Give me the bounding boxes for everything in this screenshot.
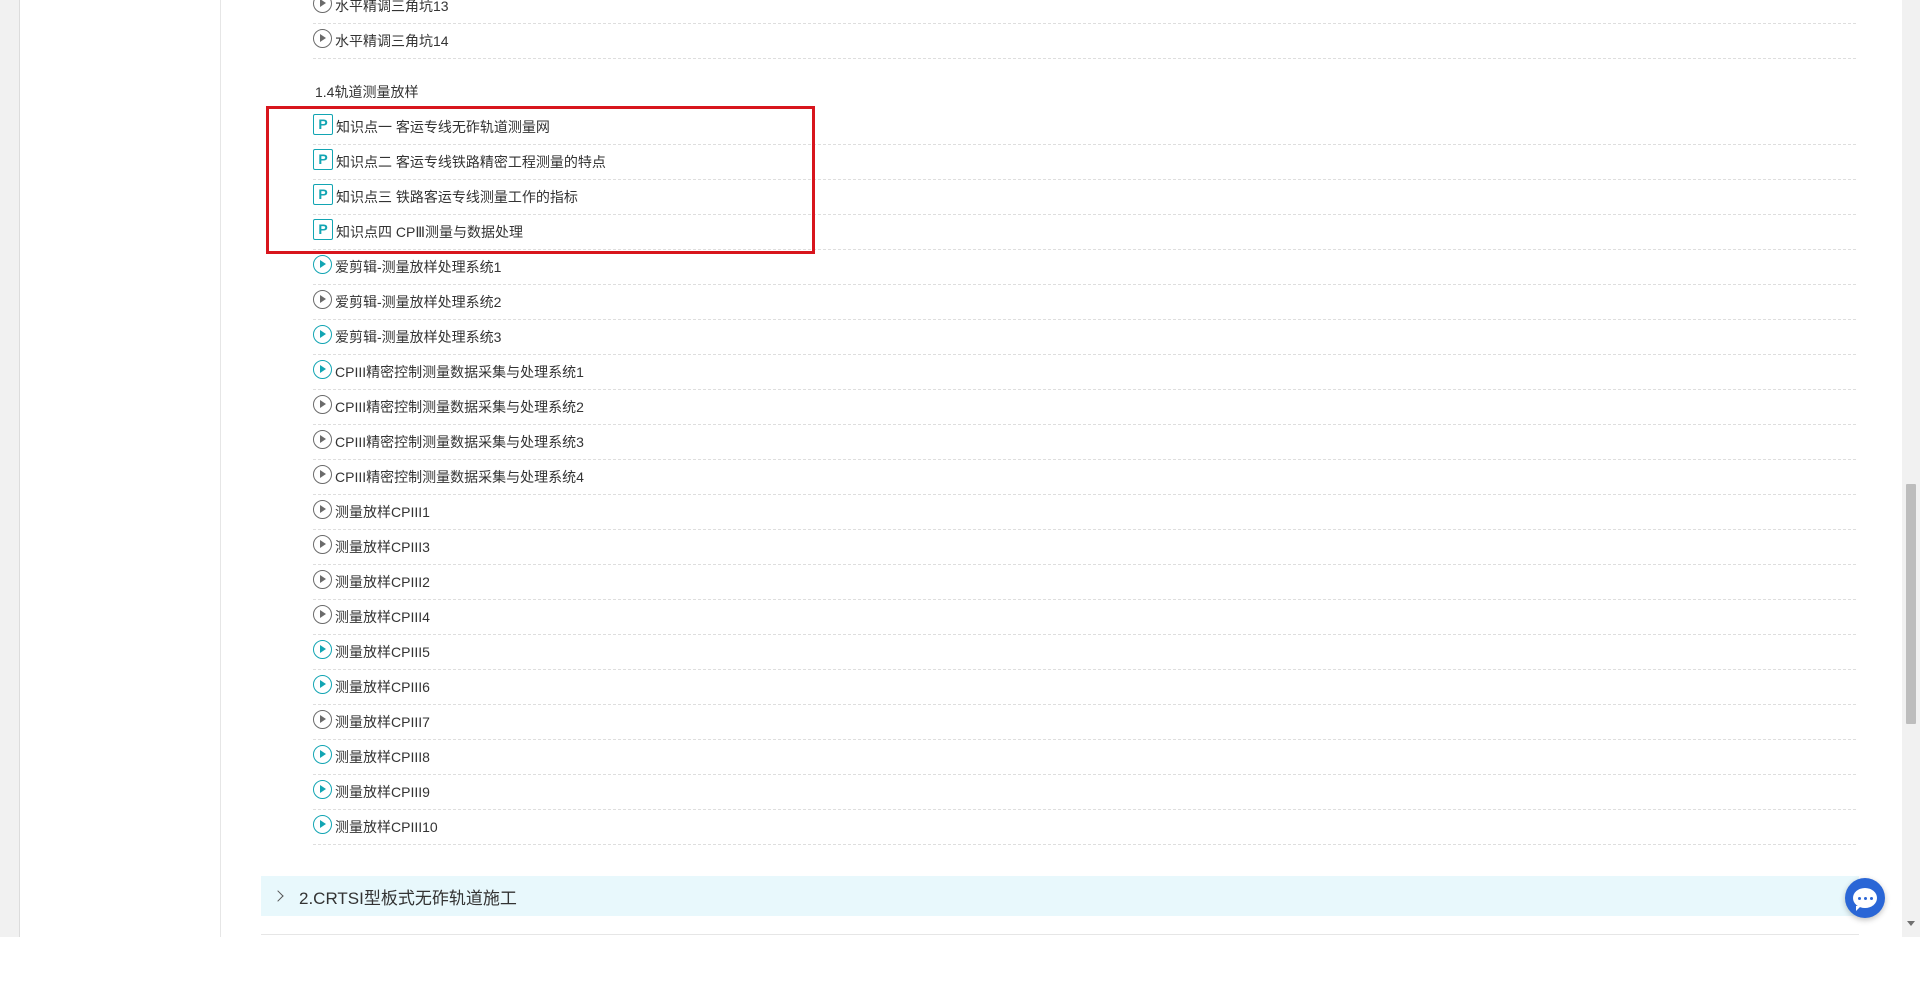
p-doc-icon: P	[313, 183, 333, 205]
play-icon	[313, 709, 332, 729]
list-item-label: 测量放样CPIII7	[335, 714, 430, 730]
list-item-label: 测量放样CPIII5	[335, 644, 430, 660]
list-item-knowledge-point[interactable]: P 知识点四 CPⅢ测量与数据处理	[313, 215, 1856, 250]
scrollbar[interactable]	[1902, 0, 1920, 937]
left-gutter	[0, 0, 20, 937]
p-doc-icon: P	[313, 113, 333, 135]
play-icon	[313, 324, 332, 344]
list-item-video[interactable]: 测量放样CPIII10	[313, 810, 1856, 845]
play-icon	[313, 779, 332, 799]
chat-button[interactable]	[1845, 878, 1885, 918]
list-item-label: CPIII精密控制测量数据采集与处理系统2	[335, 399, 584, 415]
list-item-label: 测量放样CPIII10	[335, 819, 438, 835]
list-item-label: 测量放样CPIII9	[335, 784, 430, 800]
chevron-right-icon	[273, 889, 287, 903]
play-icon	[313, 464, 332, 484]
list-item-video[interactable]: 爱剪辑-测量放样处理系统2	[313, 285, 1856, 320]
list-item-video[interactable]: 测量放样CPIII5	[313, 635, 1856, 670]
play-icon	[313, 429, 332, 449]
list-item-video[interactable]: 测量放样CPIII6	[313, 670, 1856, 705]
play-icon	[313, 0, 332, 13]
chapter-title: 2.CRTSI型板式无砟轨道施工	[299, 888, 517, 908]
list-item-label: 测量放样CPIII8	[335, 749, 430, 765]
list-item-knowledge-point[interactable]: P 知识点二 客运专线铁路精密工程测量的特点	[313, 145, 1856, 180]
left-panel	[20, 0, 221, 937]
list-item-label: 爱剪辑-测量放样处理系统2	[335, 294, 502, 310]
list-item-label: 测量放样CPIII4	[335, 609, 430, 625]
divider	[261, 934, 1859, 935]
play-icon	[313, 499, 332, 519]
list-item-label: 知识点四 CPⅢ测量与数据处理	[336, 224, 523, 240]
list-item-label: 测量放样CPIII1	[335, 504, 430, 520]
play-icon	[313, 814, 332, 834]
chat-bubble-icon	[1853, 888, 1877, 911]
list-item-label: CPIII精密控制测量数据采集与处理系统1	[335, 364, 584, 380]
play-icon	[313, 744, 332, 764]
list-item-video[interactable]: 测量放样CPIII4	[313, 600, 1856, 635]
list-item-video[interactable]: 测量放样CPIII7	[313, 705, 1856, 740]
page-viewport: 水平精调三角坑13 水平精调三角坑14 1.4轨道测量放样 P 知识点一 客运专…	[0, 0, 1920, 937]
list-item-label: CPIII精密控制测量数据采集与处理系统4	[335, 469, 584, 485]
scroll-down-arrow-icon[interactable]	[1907, 921, 1915, 926]
play-icon	[313, 28, 332, 48]
list-item-knowledge-point[interactable]: P 知识点三 铁路客运专线测量工作的指标	[313, 180, 1856, 215]
play-icon	[313, 569, 332, 589]
list-item-video[interactable]: 测量放样CPIII3	[313, 530, 1856, 565]
play-icon	[313, 254, 332, 274]
list-item-video[interactable]: 水平精调三角坑14	[313, 24, 1856, 59]
list-item-label: 知识点三 铁路客运专线测量工作的指标	[336, 189, 578, 205]
list-item-video[interactable]: CPIII精密控制测量数据采集与处理系统2	[313, 390, 1856, 425]
play-icon	[313, 394, 332, 414]
list-item-video[interactable]: 爱剪辑-测量放样处理系统1	[313, 250, 1856, 285]
play-icon	[313, 604, 332, 624]
list-item-label: 水平精调三角坑14	[335, 33, 449, 49]
play-icon	[313, 674, 332, 694]
list-item-label: 知识点二 客运专线铁路精密工程测量的特点	[336, 154, 606, 170]
play-icon	[313, 289, 332, 309]
play-icon	[313, 534, 332, 554]
list-item-video[interactable]: 测量放样CPIII8	[313, 740, 1856, 775]
list-item-video[interactable]: 水平精调三角坑13	[313, 0, 1856, 24]
play-icon	[313, 359, 332, 379]
list-item-label: 知识点一 客运专线无砟轨道测量网	[336, 119, 550, 135]
list-item-label: 爱剪辑-测量放样处理系统1	[335, 259, 502, 275]
list-item-label: 测量放样CPIII6	[335, 679, 430, 695]
chapter-header[interactable]: 2.CRTSI型板式无砟轨道施工	[261, 876, 1859, 916]
list-item-video[interactable]: 测量放样CPIII9	[313, 775, 1856, 810]
list-item-video[interactable]: CPIII精密控制测量数据采集与处理系统1	[313, 355, 1856, 390]
list-item-label: 水平精调三角坑13	[335, 0, 449, 14]
list-item-video[interactable]: CPIII精密控制测量数据采集与处理系统4	[313, 460, 1856, 495]
play-icon	[313, 639, 332, 659]
list-item-knowledge-point[interactable]: P 知识点一 客运专线无砟轨道测量网	[313, 110, 1856, 145]
list-item-video[interactable]: 爱剪辑-测量放样处理系统3	[313, 320, 1856, 355]
list-item-label: 爱剪辑-测量放样处理系统3	[335, 329, 502, 345]
list-item-video[interactable]: CPIII精密控制测量数据采集与处理系统3	[313, 425, 1856, 460]
list-item-label: 测量放样CPIII2	[335, 574, 430, 590]
list-item-video[interactable]: 测量放样CPIII2	[313, 565, 1856, 600]
p-doc-icon: P	[313, 218, 333, 240]
scrollbar-thumb[interactable]	[1906, 484, 1916, 724]
section-title: 1.4轨道测量放样	[315, 84, 419, 100]
list-item-label: CPIII精密控制测量数据采集与处理系统3	[335, 434, 584, 450]
list-item-label: 测量放样CPIII3	[335, 539, 430, 555]
p-doc-icon: P	[313, 148, 333, 170]
list-item-video[interactable]: 测量放样CPIII1	[313, 495, 1856, 530]
blank-area	[0, 937, 1920, 1000]
